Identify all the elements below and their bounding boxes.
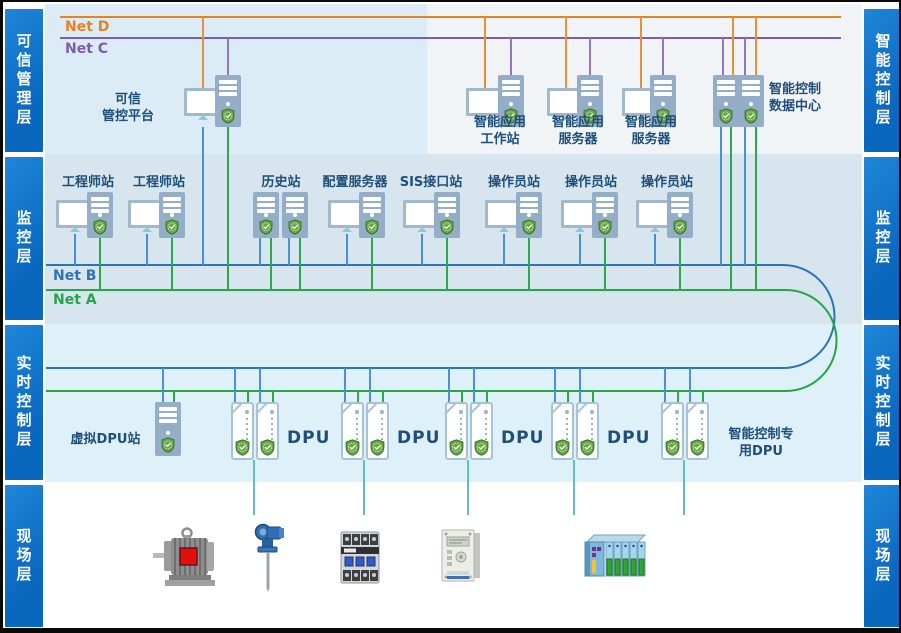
server-tower-icon xyxy=(253,192,279,238)
dpu-module-icon xyxy=(366,402,389,460)
security-shield-icon xyxy=(93,219,107,235)
station-label-trusted-platform: 可信 管控平台 xyxy=(73,91,183,125)
dpu-module-icon xyxy=(256,402,279,460)
security-shield-icon xyxy=(555,439,570,456)
security-shield-icon xyxy=(440,219,454,235)
net-c-label: Net C xyxy=(65,41,108,57)
station-label-dpu-3: DPU xyxy=(501,430,544,447)
server-tower-icon xyxy=(713,75,739,127)
server-tower-icon xyxy=(215,75,241,127)
protection-relay-icon xyxy=(440,528,482,583)
security-shield-icon xyxy=(221,108,235,124)
security-shield-icon xyxy=(690,439,705,456)
layer-bar-trusted-management: 可信管理层 xyxy=(5,9,43,152)
layer-bar-field-left: 现场层 xyxy=(5,485,43,627)
security-shield-icon xyxy=(165,219,179,235)
station-label-dpu-1: DPU xyxy=(287,430,330,447)
server-tower-icon xyxy=(738,75,764,127)
dpu-module-icon xyxy=(445,402,468,460)
server-tower-icon xyxy=(434,192,460,238)
net-b-label: Net B xyxy=(53,268,96,284)
dpu-module-icon xyxy=(231,402,254,460)
server-tower-icon xyxy=(592,192,618,238)
server-tower-icon xyxy=(159,192,185,238)
security-shield-icon xyxy=(288,219,302,235)
security-shield-icon xyxy=(345,439,360,456)
station-label-operator-3: 操作员站 xyxy=(617,174,717,191)
station-label-dpu-2: DPU xyxy=(397,430,440,447)
station-label-engineer-2: 工程师站 xyxy=(109,174,209,191)
security-shield-icon xyxy=(370,439,385,456)
remote-io-icon xyxy=(581,533,647,579)
security-shield-icon xyxy=(522,219,536,235)
layer-bar-realtime-left: 实时控制层 xyxy=(5,325,43,480)
security-shield-icon xyxy=(449,439,464,456)
dpu-module-icon xyxy=(551,402,574,460)
security-shield-icon xyxy=(598,219,612,235)
dpu-module-icon xyxy=(341,402,364,460)
layer-bar-monitoring-right: 监控层 xyxy=(864,157,901,320)
station-label-virtual-dpu: 虚拟DPU站 xyxy=(58,431,153,448)
security-shield-icon xyxy=(673,219,687,235)
station-label-app-server-2: 智能应用 服务器 xyxy=(601,114,701,148)
contactor-icon xyxy=(337,529,383,586)
security-shield-icon xyxy=(744,108,758,124)
security-shield-icon xyxy=(235,439,250,456)
station-label-dedicated-dpu: 智能控制专 用DPU xyxy=(713,426,809,460)
dpu-module-icon xyxy=(661,402,684,460)
dpu-module-icon xyxy=(470,402,493,460)
station-label-data-center: 智能控制 数据中心 xyxy=(769,81,861,115)
security-shield-icon xyxy=(474,439,489,456)
net-d-label: Net D xyxy=(65,19,109,35)
layer-bar-realtime-right: 实时控制层 xyxy=(864,325,901,480)
dpu-module-icon xyxy=(576,402,599,460)
station-label-dpu-4: DPU xyxy=(607,430,650,447)
security-shield-icon xyxy=(665,439,680,456)
server-tower-icon xyxy=(87,192,113,238)
server-tower-icon xyxy=(282,192,308,238)
layer-bar-intelligent-control: 智能控制层 xyxy=(864,9,901,152)
server-tower-icon xyxy=(359,192,385,238)
transmitter-icon xyxy=(254,523,286,592)
security-shield-icon xyxy=(161,437,175,453)
server-tower-icon xyxy=(667,192,693,238)
security-shield-icon xyxy=(260,439,275,456)
dcs-architecture-diagram: 可信管理层 监控层 实时控制层 现场层 智能控制层 监控层 实时控制层 现场层 … xyxy=(0,0,901,633)
layer-bar-field-right: 现场层 xyxy=(864,485,901,627)
server-tower-icon xyxy=(516,192,542,238)
security-shield-icon xyxy=(259,219,273,235)
security-shield-icon xyxy=(365,219,379,235)
motor-icon xyxy=(153,526,217,588)
server-tower-icon xyxy=(155,402,181,456)
net-a-label: Net A xyxy=(53,292,97,308)
dpu-module-icon xyxy=(686,402,709,460)
security-shield-icon xyxy=(719,108,733,124)
security-shield-icon xyxy=(580,439,595,456)
